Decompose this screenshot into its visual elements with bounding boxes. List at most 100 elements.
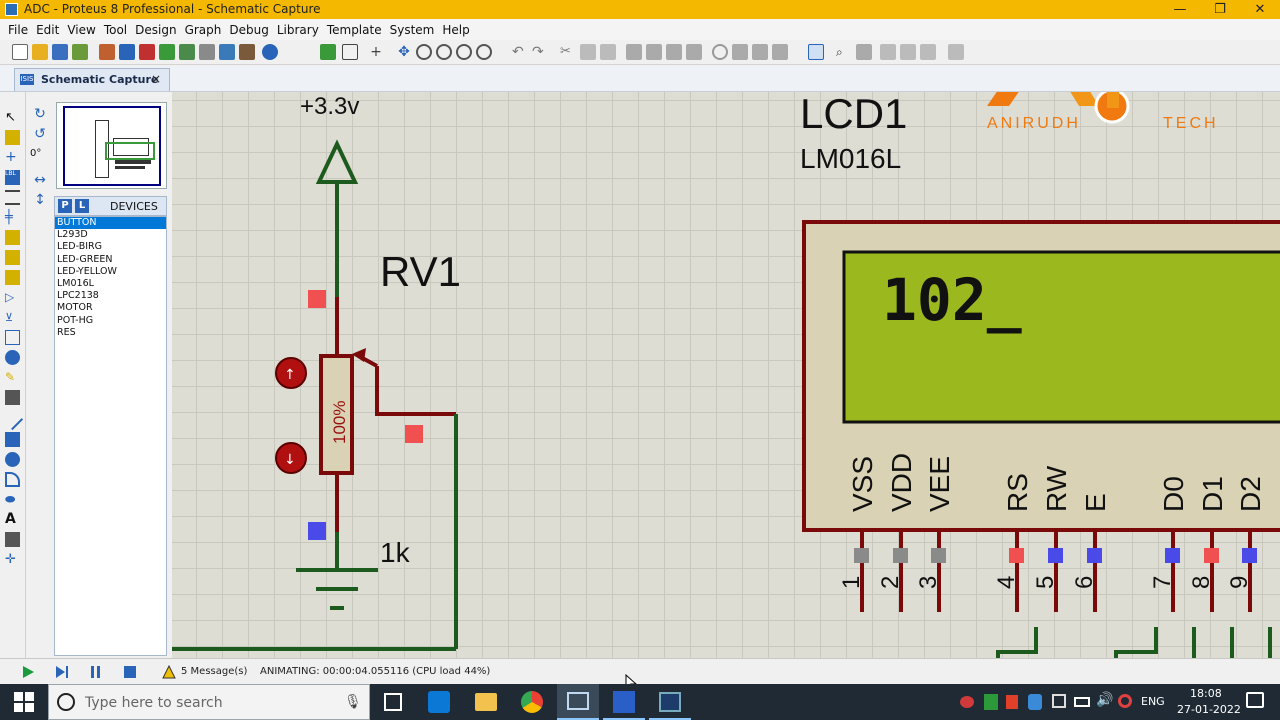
- junction-mode-icon[interactable]: +: [5, 150, 20, 165]
- marker-tool-icon[interactable]: ✛: [5, 552, 20, 567]
- help-icon[interactable]: [262, 44, 278, 60]
- list-item[interactable]: LM016L: [55, 278, 166, 290]
- zoom-area-icon[interactable]: [476, 44, 492, 60]
- tray-display-icon[interactable]: [1052, 694, 1066, 708]
- menu-system[interactable]: System: [386, 20, 439, 37]
- block-delete-icon[interactable]: [686, 44, 702, 60]
- keil-taskbar-item[interactable]: [603, 684, 645, 720]
- path-tool-icon[interactable]: ⬬: [5, 492, 20, 507]
- isis-icon[interactable]: [119, 44, 135, 60]
- menu-help[interactable]: Help: [438, 20, 473, 37]
- windows-start-icon[interactable]: [14, 692, 34, 712]
- tray-vpn-icon[interactable]: [1118, 694, 1132, 708]
- vsm-studio-icon[interactable]: [239, 44, 255, 60]
- clock-date[interactable]: 27-01-2022: [1177, 703, 1241, 716]
- terminals-mode-icon[interactable]: [5, 250, 20, 265]
- new-icon[interactable]: [12, 44, 28, 60]
- list-item[interactable]: LPC2138: [55, 290, 166, 302]
- copy-icon[interactable]: [580, 44, 596, 60]
- text-tool-icon[interactable]: A: [5, 512, 20, 527]
- microphone-icon[interactable]: 🎙: [344, 694, 362, 710]
- tray-red-icon[interactable]: [1006, 695, 1018, 709]
- netlist-icon[interactable]: [948, 44, 964, 60]
- import-icon[interactable]: [72, 44, 88, 60]
- mirror-y-icon[interactable]: ↕: [31, 192, 49, 210]
- decompose-icon[interactable]: [772, 44, 788, 60]
- file-explorer-icon[interactable]: [475, 693, 497, 711]
- rotation-field[interactable]: 0°: [30, 148, 41, 159]
- pan-icon[interactable]: ✥: [396, 44, 412, 60]
- block-copy-icon[interactable]: [626, 44, 642, 60]
- 3d-icon[interactable]: [159, 44, 175, 60]
- schematic-canvas[interactable]: +3.3v RV1 100% ↑ ↓ 1k LCD1 LM016L 102_ V…: [172, 92, 1280, 658]
- messages-count[interactable]: 5 Message(s): [181, 666, 247, 677]
- stop-icon[interactable]: [122, 664, 138, 680]
- exit-to-parent-icon[interactable]: [920, 44, 936, 60]
- tray-green-icon[interactable]: [984, 694, 998, 710]
- selection-mode-icon[interactable]: ↖: [5, 110, 20, 125]
- undo-icon[interactable]: ↶: [512, 44, 528, 60]
- tray-app-icon[interactable]: [960, 696, 974, 708]
- redo-icon[interactable]: ↷: [532, 44, 548, 60]
- line-tool-icon[interactable]: [1, 408, 24, 431]
- menu-debug[interactable]: Debug: [225, 20, 272, 37]
- block-rotate-icon[interactable]: [666, 44, 682, 60]
- new-sheet-icon[interactable]: [880, 44, 896, 60]
- bom-icon[interactable]: [199, 44, 215, 60]
- wire-autorouter-icon[interactable]: [808, 44, 824, 60]
- menu-file[interactable]: File: [4, 20, 32, 37]
- subcircuit-mode-icon[interactable]: [5, 230, 20, 245]
- tab-schematic-capture[interactable]: ISIS Schematic Capture ×: [14, 68, 170, 91]
- list-item[interactable]: LED-YELLOW: [55, 266, 166, 278]
- menu-graph[interactable]: Graph: [181, 20, 226, 37]
- task-view-icon[interactable]: [384, 693, 402, 711]
- ground-icon[interactable]: [296, 568, 378, 610]
- open-icon[interactable]: [32, 44, 48, 60]
- proteus-taskbar-item[interactable]: [557, 684, 599, 720]
- design-explorer-icon[interactable]: [219, 44, 235, 60]
- component-mode-icon[interactable]: [5, 130, 20, 145]
- list-item[interactable]: LED-BIRG: [55, 241, 166, 253]
- refresh-icon[interactable]: [320, 44, 336, 60]
- clock-time[interactable]: 18:08: [1190, 687, 1222, 700]
- list-item[interactable]: RES: [55, 327, 166, 339]
- block-move-icon[interactable]: [646, 44, 662, 60]
- pick-device-icon[interactable]: [712, 44, 728, 60]
- wire-label-mode-icon[interactable]: LBL: [5, 170, 20, 185]
- step-icon[interactable]: [54, 664, 70, 680]
- remove-sheet-icon[interactable]: [900, 44, 916, 60]
- potentiometer[interactable]: 100%: [319, 348, 456, 475]
- overview-preview[interactable]: [56, 102, 167, 189]
- pause-icon[interactable]: [88, 664, 104, 680]
- text-script-mode-icon[interactable]: [5, 190, 20, 205]
- list-item[interactable]: L293D: [55, 229, 166, 241]
- menu-template[interactable]: Template: [323, 20, 386, 37]
- tab-close-icon[interactable]: ×: [151, 72, 161, 86]
- library-manager-button[interactable]: L: [75, 199, 89, 213]
- tape-recorder-icon[interactable]: ⊻: [5, 310, 20, 325]
- bus-mode-icon[interactable]: ╪: [5, 210, 20, 225]
- menu-edit[interactable]: Edit: [32, 20, 63, 37]
- tray-blue-icon[interactable]: [1028, 694, 1042, 710]
- language-indicator[interactable]: ENG: [1141, 695, 1165, 708]
- voltage-probe-icon[interactable]: [5, 350, 20, 365]
- origin-icon[interactable]: +: [368, 44, 384, 60]
- rotate-ccw-icon[interactable]: ↺: [31, 126, 49, 144]
- list-item[interactable]: MOTOR: [55, 302, 166, 314]
- mirror-x-icon[interactable]: ↔: [31, 172, 49, 190]
- packaging-icon[interactable]: [752, 44, 768, 60]
- make-device-icon[interactable]: [732, 44, 748, 60]
- chrome-icon[interactable]: [521, 691, 543, 713]
- box-tool-icon[interactable]: [5, 432, 20, 447]
- grid-icon[interactable]: [342, 44, 358, 60]
- battery-icon[interactable]: [1074, 697, 1090, 707]
- rotate-cw-icon[interactable]: ↻: [31, 106, 49, 124]
- property-assign-icon[interactable]: [856, 44, 872, 60]
- menu-library[interactable]: Library: [273, 20, 323, 37]
- vscode-icon[interactable]: [428, 691, 450, 713]
- list-item[interactable]: POT-HG: [55, 315, 166, 327]
- virtual-instruments-icon[interactable]: [5, 390, 20, 405]
- home-icon[interactable]: [99, 44, 115, 60]
- pick-devices-button[interactable]: P: [58, 199, 72, 213]
- cut-icon[interactable]: ✂: [560, 44, 576, 60]
